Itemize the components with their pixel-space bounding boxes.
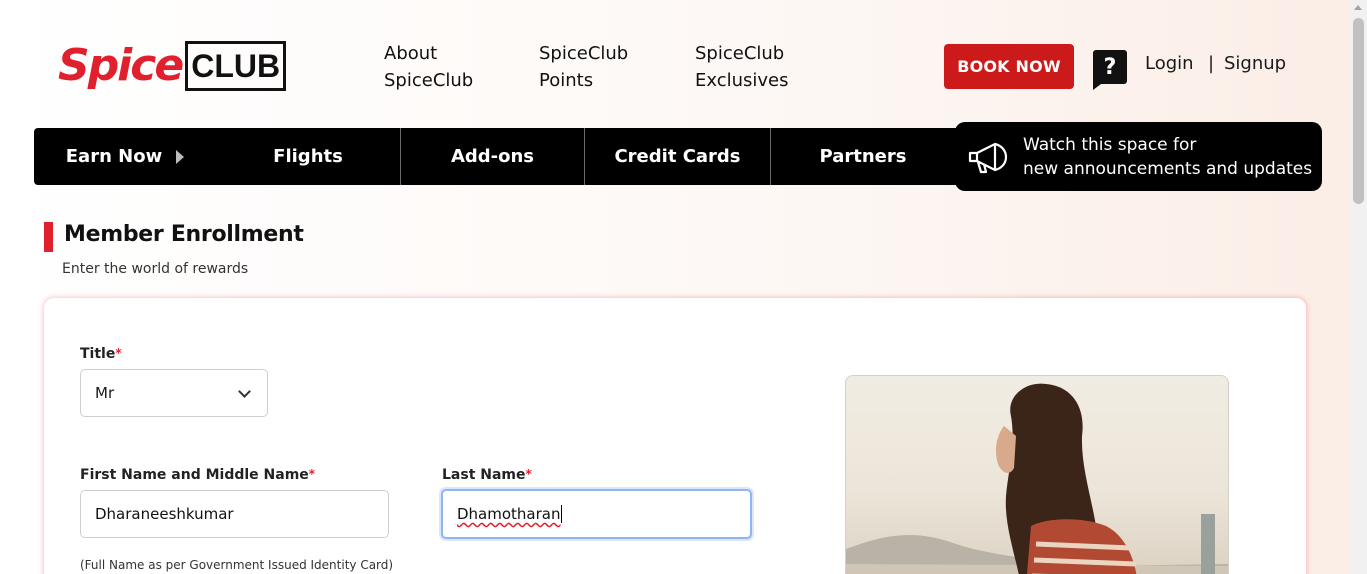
first-name-label: First Name and Middle Name*: [80, 467, 315, 483]
nav-item-add-ons-label: Add-ons: [450, 146, 535, 167]
title-select-value: Mr: [95, 384, 115, 402]
page-subtitle: Enter the world of rewards: [62, 261, 249, 277]
last-name-input[interactable]: Dhamotharan: [441, 489, 752, 539]
text-caret: [561, 505, 563, 523]
first-name-value: Dharaneeshkumar: [95, 505, 234, 523]
enrollment-photo: [845, 375, 1229, 574]
nav-link-about-spiceclub[interactable]: About SpiceClub: [384, 40, 504, 94]
nav-link-spiceclub-exclusives[interactable]: SpiceClub Exclusives: [695, 40, 805, 94]
nav-item-credit-cards[interactable]: Credit Cards: [585, 128, 771, 185]
nav-item-credit-cards-label: Credit Cards: [614, 146, 741, 167]
nav-item-earn-now-label: Earn Now: [65, 146, 163, 167]
announcement-line-2: new announcements and updates: [1023, 158, 1313, 179]
spiceclub-logo[interactable]: Spice CLUB: [58, 38, 287, 94]
nav-link-spiceclub-points[interactable]: SpiceClub Points: [539, 40, 649, 94]
nav-item-partners[interactable]: Partners: [771, 128, 955, 185]
logo-spice-text: Spice: [58, 40, 184, 91]
last-name-value: Dhamotharan: [457, 505, 561, 523]
required-mark: *: [308, 467, 316, 481]
scrollbar-thumb[interactable]: [1353, 18, 1364, 204]
required-mark: *: [525, 467, 532, 481]
required-mark: *: [115, 346, 122, 360]
last-name-label: Last Name*: [442, 467, 532, 483]
book-now-button[interactable]: BOOK NOW: [944, 44, 1074, 89]
announcement-banner[interactable]: Watch this space for new announcements a…: [955, 122, 1322, 191]
nav-item-flights[interactable]: Flights: [216, 128, 401, 185]
logo-club-text: CLUB: [185, 41, 287, 91]
nav-item-earn-now[interactable]: Earn Now: [34, 128, 216, 185]
name-hint: (Full Name as per Government Issued Iden…: [80, 558, 394, 572]
woman-illustration: [996, 383, 1137, 574]
title-label-text: Title: [80, 346, 116, 362]
nav-item-flights-label: Flights: [273, 146, 343, 167]
nav-item-partners-label: Partners: [819, 146, 907, 167]
first-name-label-text: First Name and Middle Name: [80, 467, 309, 483]
title-accent-bar: [44, 222, 53, 252]
title-select[interactable]: Mr: [80, 369, 268, 417]
main-navbar: Earn Now Flights Add-ons Credit Cards Pa…: [34, 128, 964, 185]
announcement-text: Watch this space for new announcements a…: [1023, 133, 1312, 181]
login-link[interactable]: Login: [1145, 53, 1194, 74]
login-signup-separator: |: [1208, 53, 1215, 74]
last-name-label-text: Last Name: [442, 467, 526, 483]
help-icon[interactable]: ?: [1093, 50, 1127, 90]
chevron-down-icon: [238, 385, 251, 398]
caret-right-icon: [176, 149, 185, 164]
announcement-line-1: Watch this space for: [1023, 134, 1197, 155]
page-title: Member Enrollment: [64, 222, 304, 247]
page-scrollbar[interactable]: [1350, 0, 1367, 574]
megaphone-icon: [968, 142, 1008, 173]
signup-link[interactable]: Signup: [1224, 53, 1286, 74]
nav-item-add-ons[interactable]: Add-ons: [401, 128, 585, 185]
first-name-input[interactable]: Dharaneeshkumar: [80, 490, 389, 538]
title-label: Title*: [80, 346, 122, 362]
scroll-up-arrow-icon[interactable]: [1354, 5, 1362, 10]
